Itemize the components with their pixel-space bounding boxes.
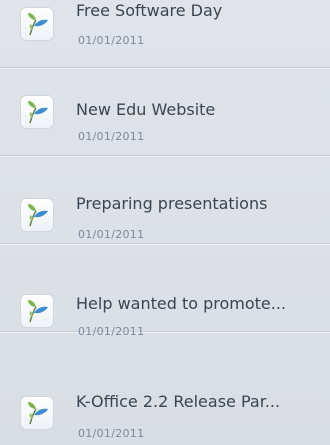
list-item[interactable]: K-Office 2.2 Release Par... 01/01/2011 <box>0 332 330 445</box>
edu-logo-icon <box>20 294 54 328</box>
item-date: 01/01/2011 <box>78 34 145 47</box>
item-date: 01/01/2011 <box>78 130 145 143</box>
list-item[interactable]: Preparing presentations 01/01/2011 <box>0 156 330 244</box>
item-title: Free Software Day <box>76 1 223 20</box>
news-list: Free Software Day 01/01/2011 New Edu Web… <box>0 0 330 445</box>
item-title: New Edu Website <box>76 100 216 119</box>
edu-logo-icon <box>20 396 54 430</box>
list-item[interactable]: Free Software Day 01/01/2011 <box>0 0 330 68</box>
item-date: 01/01/2011 <box>78 427 145 440</box>
item-title: K-Office 2.2 Release Par... <box>76 392 281 411</box>
edu-logo-icon <box>20 198 54 232</box>
list-item[interactable]: Help wanted to promote... 01/01/2011 <box>0 244 330 338</box>
item-date: 01/01/2011 <box>78 228 145 241</box>
item-title: Help wanted to promote... <box>76 294 287 313</box>
edu-logo-icon <box>20 7 54 41</box>
edu-logo-icon <box>20 95 54 129</box>
item-title: Preparing presentations <box>76 194 268 213</box>
list-item[interactable]: New Edu Website 01/01/2011 <box>0 68 330 156</box>
